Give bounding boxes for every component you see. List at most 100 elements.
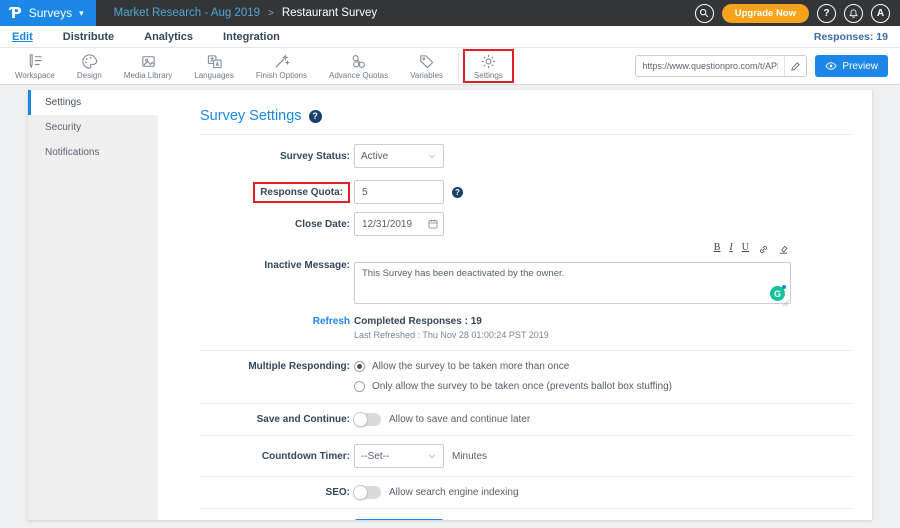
italic-button[interactable]: I: [729, 242, 732, 260]
notifications-button[interactable]: [844, 4, 863, 23]
search-button[interactable]: [695, 4, 714, 23]
tool-variables[interactable]: Variables: [399, 49, 454, 83]
upgrade-now-button[interactable]: Upgrade Now: [722, 4, 809, 23]
gear-icon: [480, 53, 497, 70]
palette-icon: [81, 53, 98, 70]
underline-button[interactable]: U: [742, 242, 749, 260]
close-date-row: Close Date:: [158, 212, 872, 236]
tool-languages[interactable]: Languages: [183, 49, 245, 83]
multiple-responding-label: Multiple Responding:: [158, 361, 350, 372]
eye-icon: [825, 60, 837, 72]
breadcrumb: Market Research - Aug 2019 > Restaurant …: [114, 7, 377, 19]
completed-responses: Completed Responses : 19: [354, 316, 482, 327]
translate-icon: [206, 53, 223, 70]
calendar-button[interactable]: [427, 217, 439, 235]
multiple-responding-row: Multiple Responding: Allow the survey to…: [158, 361, 872, 392]
response-quota-row: Response Quota: ?: [158, 180, 872, 204]
surveys-menu[interactable]: Ƥ Surveys ▾: [0, 0, 96, 26]
topbar-actions: Upgrade Now ? A: [695, 4, 900, 23]
seo-hint: Allow search engine indexing: [389, 487, 519, 498]
insert-link-button[interactable]: [758, 242, 769, 260]
tool-workspace[interactable]: Workspace: [4, 49, 66, 83]
last-refreshed: Last Refreshed : Thu Nov 28 01:00:24 PST…: [354, 330, 549, 340]
chevron-down-icon: ▾: [79, 8, 84, 19]
radio-selected-icon: [354, 361, 365, 372]
divider: [200, 508, 852, 509]
countdown-timer-label: Countdown Timer:: [158, 451, 350, 462]
close-date-label: Close Date:: [158, 219, 350, 230]
response-quota-label: Response Quota:: [253, 182, 350, 203]
clear-format-button[interactable]: [778, 242, 789, 260]
menu-bar: Edit Distribute Analytics Integration Re…: [0, 26, 900, 48]
tag-icon: [418, 53, 435, 70]
survey-status-label: Survey Status:: [158, 151, 350, 162]
clear-format-icon: [778, 244, 789, 255]
quota-help-icon[interactable]: ?: [452, 187, 463, 198]
survey-status-row: Survey Status: Active: [158, 144, 872, 168]
bell-icon: [848, 8, 859, 19]
settings-sidebar: Settings Security Notifications: [28, 90, 158, 520]
inactive-message-wrap: This Survey has been deactivated by the …: [354, 262, 791, 309]
image-icon: [140, 53, 157, 70]
divider: [200, 403, 852, 404]
countdown-timer-select[interactable]: --Set--: [354, 444, 444, 468]
save-continue-toggle[interactable]: [354, 413, 381, 426]
resize-handle[interactable]: [782, 299, 789, 306]
toggle-knob: [353, 412, 368, 427]
avatar[interactable]: A: [871, 4, 890, 23]
save-changes-button[interactable]: Save Changes: [354, 519, 444, 520]
tool-design[interactable]: Design: [66, 49, 113, 83]
refresh-row: Refresh Completed Responses : 19 Last Re…: [158, 316, 872, 340]
seo-toggle[interactable]: [354, 486, 381, 499]
preview-button[interactable]: Preview: [815, 55, 888, 77]
title-help-icon[interactable]: ?: [309, 110, 322, 123]
radio-once-only[interactable]: Only allow the survey to be taken once (…: [354, 381, 672, 392]
questionpro-logo-icon: Ƥ: [10, 4, 22, 22]
responses-count: Responses: 19: [814, 31, 888, 43]
radio-unselected-icon: [354, 381, 365, 392]
breadcrumb-current: Restaurant Survey: [282, 7, 377, 19]
inactive-message-label: Inactive Message:: [158, 242, 350, 271]
divider: [200, 134, 852, 135]
survey-url-input[interactable]: [636, 61, 784, 71]
edit-url-button[interactable]: [784, 55, 806, 77]
save-continue-row: Save and Continue: Allow to save and con…: [158, 413, 872, 426]
seo-label: SEO:: [158, 487, 350, 498]
pencil-icon: [790, 61, 801, 72]
help-button[interactable]: ?: [817, 4, 836, 23]
tool-finish-options[interactable]: Finish Options: [245, 49, 318, 83]
link-icon: [758, 244, 769, 255]
inactive-message-row: Inactive Message: B I U: [158, 242, 872, 309]
countdown-timer-row: Countdown Timer: --Set-- Minutes: [158, 444, 872, 468]
breadcrumb-parent[interactable]: Market Research - Aug 2019: [114, 7, 260, 19]
workspace-icon: [26, 53, 43, 70]
inactive-message-textarea[interactable]: This Survey has been deactivated by the …: [354, 262, 791, 304]
top-bar: Ƥ Surveys ▾ Market Research - Aug 2019 >…: [0, 0, 900, 26]
response-quota-input[interactable]: [354, 180, 444, 204]
settings-card: Settings Security Notifications Survey S…: [28, 90, 872, 520]
menu-edit[interactable]: Edit: [12, 31, 33, 43]
tool-media-library[interactable]: Media Library: [113, 49, 183, 83]
refresh-link[interactable]: Refresh: [313, 316, 350, 327]
menu-analytics[interactable]: Analytics: [144, 31, 193, 43]
settings-main: Survey Settings ? Survey Status: Active …: [158, 90, 872, 520]
radio-multiple-allowed[interactable]: Allow the survey to be taken more than o…: [354, 361, 569, 372]
divider: [200, 435, 852, 436]
chain-links-icon: [350, 53, 367, 70]
countdown-units: Minutes: [452, 451, 487, 462]
sidebar-item-security[interactable]: Security: [28, 115, 158, 140]
sidebar-item-settings[interactable]: Settings: [28, 90, 158, 115]
divider: [200, 350, 852, 351]
survey-status-select[interactable]: Active: [354, 144, 444, 168]
toggle-knob: [353, 485, 368, 500]
menu-distribute[interactable]: Distribute: [63, 31, 114, 43]
bold-button[interactable]: B: [714, 242, 721, 260]
tool-advance-quotas[interactable]: Advance Quotas: [318, 49, 399, 83]
sidebar-item-notifications[interactable]: Notifications: [28, 140, 158, 165]
toolbar-separator: [458, 53, 459, 79]
divider: [200, 476, 852, 477]
tool-settings[interactable]: Settings: [463, 49, 514, 83]
menu-integration[interactable]: Integration: [223, 31, 280, 43]
chevron-down-icon: [427, 451, 437, 461]
seo-row: SEO: Allow search engine indexing: [158, 486, 872, 499]
